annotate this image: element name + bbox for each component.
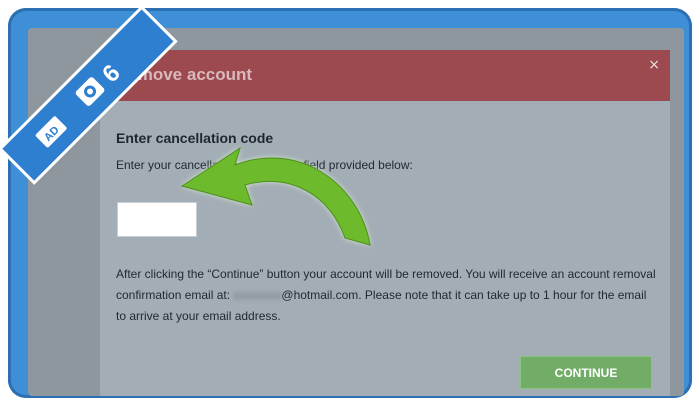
screenshot-frame: Remove account × Enter cancellation code… — [8, 8, 692, 398]
blurred-email-user: xxxxxxxx — [233, 288, 282, 302]
remove-account-dialog: Remove account × Enter cancellation code… — [100, 50, 670, 396]
section-title: Enter cancellation code — [116, 130, 274, 146]
instructions-text: Enter your cancellation code in the fiel… — [116, 158, 413, 172]
close-button[interactable]: × — [648, 57, 660, 73]
removal-notice: After clicking the “Continue” button you… — [116, 264, 656, 327]
dimmed-backdrop: Remove account × Enter cancellation code… — [28, 28, 684, 396]
dialog-title: Remove account — [116, 65, 253, 84]
dialog-header: Remove account × — [100, 50, 670, 101]
cancellation-code-input[interactable] — [117, 202, 197, 237]
continue-button[interactable]: CONTINUE — [520, 356, 652, 389]
